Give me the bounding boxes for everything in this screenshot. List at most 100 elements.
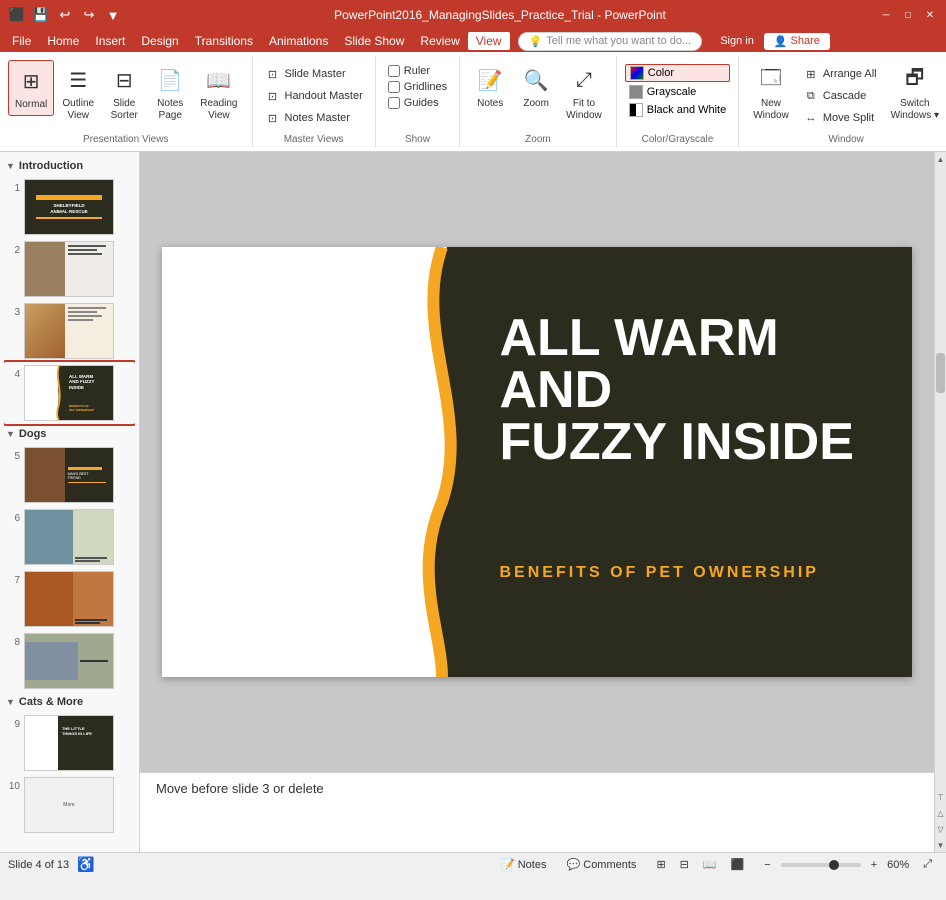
presenter-view-status[interactable]: ⬛ (725, 857, 751, 872)
comments-status-button[interactable]: 💬 Comments (560, 857, 642, 872)
move-split-button[interactable]: ↔ Move Split (799, 108, 881, 128)
scroll-down-arrow[interactable]: ▼ (935, 838, 946, 852)
show-group: Ruler Gridlines Guides Show (376, 56, 460, 147)
slide-num-4: 4 (6, 365, 20, 380)
share-button[interactable]: 👤 Share (764, 33, 830, 50)
tell-me-bar[interactable]: 💡 Tell me what you want to do... (518, 32, 703, 51)
status-right: 📝 Notes 💬 Comments ⊞ ⊟ 📖 ⬛ − + 60% ⤢ (495, 857, 938, 872)
menu-design[interactable]: Design (133, 32, 186, 50)
notes-status-icon: 📝 (501, 859, 515, 871)
undo-icon[interactable]: ↩ (56, 6, 74, 24)
notes-master-button[interactable]: ⊡ Notes Master (261, 108, 367, 128)
presentation-views-label: Presentation Views (8, 132, 244, 147)
master-views-list: ⊡ Slide Master ⊡ Handout Master ⊡ Notes … (261, 60, 367, 128)
maximize-button[interactable]: □ (900, 7, 916, 23)
zoom-button[interactable]: 🔍 Zoom (514, 60, 558, 114)
zoom-thumb[interactable] (829, 860, 839, 870)
redo-icon[interactable]: ↪ (80, 6, 98, 24)
notes-zoom-icon: 📝 (474, 64, 506, 96)
accessibility-icon: ♿ (77, 856, 94, 873)
main-slide: ALL WARM ANDFUZZY INSIDE BENEFITS OF PET… (162, 247, 912, 677)
slide-thumb-2[interactable]: 2 (4, 238, 135, 300)
content-area: ALL WARM ANDFUZZY INSIDE BENEFITS OF PET… (140, 152, 934, 852)
slide-thumb-3[interactable]: 3 (4, 300, 135, 362)
slide-preview-4: ALL WARMAND FUZZYINSIDE BENEFITS OFPET O… (24, 365, 114, 421)
grayscale-button[interactable]: Grayscale (625, 84, 730, 100)
slide-thumb-9[interactable]: 9 THE LITTLETHINGS IN LIFE (4, 712, 135, 774)
notes-area: Move before slide 3 or delete (140, 772, 934, 852)
new-window-button[interactable]: 🗔 NewWindow (747, 60, 795, 126)
save-icon[interactable]: 💾 (32, 6, 50, 24)
tell-me-input[interactable]: Tell me what you want to do... (546, 35, 691, 47)
scroll-next[interactable]: ▽ (935, 822, 946, 836)
ruler-checkbox[interactable]: Ruler (384, 64, 451, 78)
menu-view[interactable]: View (468, 32, 510, 50)
guides-checkbox[interactable]: Guides (384, 96, 451, 110)
content-wrapper: ALL WARM ANDFUZZY INSIDE BENEFITS OF PET… (140, 152, 946, 852)
section-introduction[interactable]: ▼ Introduction (4, 156, 135, 176)
comments-icon: 💬 (566, 859, 580, 871)
status-bar: Slide 4 of 13 ♿ 📝 Notes 💬 Comments ⊞ ⊟ 📖… (0, 852, 946, 876)
slide-thumb-5[interactable]: 5 MAN'S BESTFRIEND (4, 444, 135, 506)
switch-windows-button[interactable]: 🗗 SwitchWindows ▾ (885, 60, 945, 126)
handout-master-button[interactable]: ⊡ Handout Master (261, 86, 367, 106)
menu-file[interactable]: File (4, 32, 39, 50)
slide-viewport: ALL WARM ANDFUZZY INSIDE BENEFITS OF PET… (140, 152, 934, 772)
zoom-in-button[interactable]: + (865, 858, 883, 872)
section-cats-more[interactable]: ▼ Cats & More (4, 692, 135, 712)
sorter-view-status[interactable]: ⊟ (674, 857, 695, 872)
slide-thumb-8[interactable]: 8 (4, 630, 135, 692)
black-white-button[interactable]: Black and White (625, 102, 730, 118)
zoom-label: Zoom (468, 132, 608, 147)
normal-view-status[interactable]: ⊞ (650, 857, 671, 872)
slide-master-icon: ⊡ (265, 66, 281, 82)
normal-view-button[interactable]: ⊞ Normal (8, 60, 54, 116)
slide-thumb-10[interactable]: 10 More (4, 774, 135, 836)
zoom-slider[interactable] (781, 863, 861, 867)
slide-thumb-7[interactable]: 7 (4, 568, 135, 630)
menu-slideshow[interactable]: Slide Show (336, 32, 412, 50)
cascade-button[interactable]: ⧉ Cascade (799, 86, 881, 106)
outline-view-button[interactable]: ☰ OutlineView (56, 60, 100, 126)
scroll-thumb[interactable] (936, 353, 945, 393)
menu-transitions[interactable]: Transitions (187, 32, 261, 50)
app-icon: ⬛ (8, 6, 26, 24)
slide-master-button[interactable]: ⊡ Slide Master (261, 64, 367, 84)
menu-insert[interactable]: Insert (87, 32, 133, 50)
reading-view-status[interactable]: 📖 (697, 857, 723, 872)
minimize-button[interactable]: ─ (878, 7, 894, 23)
menu-review[interactable]: Review (412, 32, 467, 50)
fit-to-window-button[interactable]: ⤢ Fit toWindow (560, 60, 608, 126)
gridlines-checkbox[interactable]: Gridlines (384, 80, 451, 94)
fit-slide-button[interactable]: ⤢ (917, 857, 938, 872)
scroll-up-arrow[interactable]: ▲ (935, 152, 946, 166)
menu-animations[interactable]: Animations (261, 32, 336, 50)
zoom-out-button[interactable]: − (758, 858, 776, 872)
reading-view-button[interactable]: 📖 ReadingView (194, 60, 243, 126)
zoom-controls: − + 60% (758, 858, 909, 872)
slide-thumb-1[interactable]: 1 SHELBYFIELDANIMAL RESCUE (4, 176, 135, 238)
menu-home[interactable]: Home (39, 32, 87, 50)
scroll-track[interactable] (935, 166, 946, 788)
slide-info: Slide 4 of 13 (8, 859, 69, 871)
slide-thumb-6[interactable]: 6 (4, 506, 135, 568)
notes-page-button[interactable]: 📄 NotesPage (148, 60, 192, 126)
comments-label: Comments (583, 859, 636, 871)
scroll-to-top[interactable]: ⊤ (935, 790, 946, 804)
notes-status-button[interactable]: 📝 Notes (495, 857, 553, 872)
slide-thumb-4[interactable]: 4 ALL WARMAND FUZZYINSIDE BENEFITS OFPET… (4, 362, 135, 424)
customize-icon[interactable]: ▼ (104, 6, 122, 24)
switch-windows-icon: 🗗 (899, 64, 931, 96)
color-button[interactable]: Color (625, 64, 730, 82)
section-dogs[interactable]: ▼ Dogs (4, 424, 135, 444)
scroll-prev[interactable]: △ (935, 806, 946, 820)
slide-panel-inner: ▼ Introduction 1 SHELBYFIELDANIMAL RESCU… (4, 156, 135, 848)
sign-in-button[interactable]: Sign in (710, 33, 764, 49)
arrange-all-button[interactable]: ⊞ Arrange All (799, 64, 881, 84)
slide-preview-6 (24, 509, 114, 565)
slide-sorter-button[interactable]: ⊟ SlideSorter (102, 60, 146, 126)
slide-num-10: 10 (6, 777, 20, 792)
notes-zoom-button[interactable]: 📝 Notes (468, 60, 512, 114)
close-button[interactable]: ✕ (922, 7, 938, 23)
slide-num-8: 8 (6, 633, 20, 648)
